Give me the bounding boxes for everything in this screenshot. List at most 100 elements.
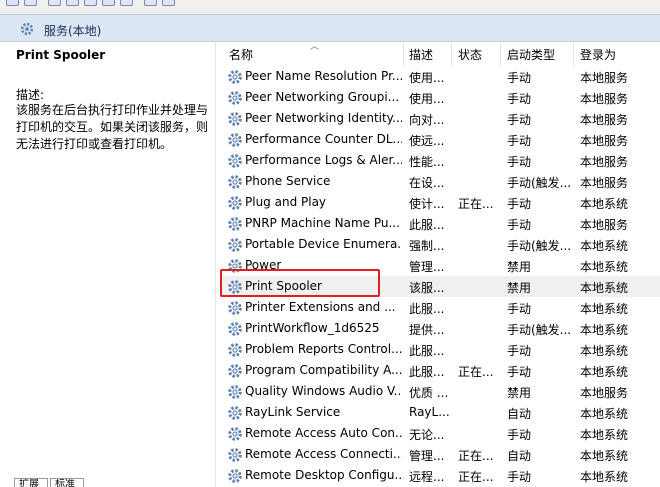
service-name-cell: Phone Service <box>245 174 331 188</box>
service-row[interactable]: Peer Networking Groupi... 使用... 手动 本地服务 <box>222 87 660 108</box>
column-header-startup-type[interactable]: 启动类型 <box>507 46 555 64</box>
service-row[interactable]: Performance Counter DL... 使远... 手动 本地服务 <box>222 129 660 150</box>
service-status-cell <box>458 405 502 421</box>
service-startup-type-cell: 禁用 <box>507 281 532 295</box>
column-divider[interactable] <box>573 42 574 66</box>
service-startup-type-cell: 手动 <box>507 197 532 211</box>
gear-icon <box>227 174 243 190</box>
service-description-cell: 使计... <box>409 197 445 211</box>
service-startup-type-cell: 禁用 <box>507 386 532 400</box>
service-name-cell: Remote Access Connecti... <box>245 447 402 461</box>
column-header-name[interactable]: 名称 <box>229 46 253 64</box>
service-startup-type-cell: 手动(触发... <box>507 239 572 253</box>
service-name-cell: Peer Name Resolution Pr... <box>245 69 402 83</box>
column-header-log-on-as[interactable]: 登录为 <box>580 46 616 64</box>
gear-icon <box>227 195 243 211</box>
column-divider[interactable] <box>403 42 404 66</box>
tab-extended[interactable]: 扩展 <box>14 478 48 487</box>
toolbar-show-icon[interactable] <box>66 0 79 6</box>
gear-icon <box>227 363 243 379</box>
column-header-description[interactable]: 描述 <box>409 46 433 64</box>
gear-icon <box>227 69 243 85</box>
service-log-on-cell: 本地服务 <box>580 155 629 169</box>
service-log-on-cell: 本地服务 <box>580 218 629 232</box>
tab-standard[interactable]: 标准 <box>50 478 84 487</box>
service-startup-type-cell: 手动 <box>507 218 532 232</box>
service-log-on-cell: 本地系统 <box>580 323 629 337</box>
service-row[interactable]: PrintWorkflow_1d6525 提供... 手动(触发... 本地系统 <box>222 318 660 339</box>
service-row[interactable]: RayLink Service RayL... 自动 本地系统 <box>222 402 660 423</box>
gear-icon <box>227 300 243 316</box>
toolbar <box>0 0 660 14</box>
column-headers: ︿ 名称 描述 状态 启动类型 登录为 <box>222 42 660 66</box>
gear-icon <box>227 384 243 400</box>
gear-icon <box>227 111 243 127</box>
service-log-on-cell: 本地服务 <box>580 71 629 85</box>
service-name-cell: Performance Logs & Aler... <box>245 153 402 167</box>
view-tabs: 扩展 标准 <box>0 478 660 487</box>
service-description-cell: 该服... <box>409 281 445 295</box>
toolbar-back-icon[interactable] <box>6 0 19 6</box>
service-log-on-cell: 本地系统 <box>580 281 629 295</box>
service-name-cell: PrintWorkflow_1d6525 <box>245 321 380 335</box>
service-startup-type-cell: 手动 <box>507 428 532 442</box>
service-row[interactable]: Plug and Play 使计... 正在... 手动 本地系统 <box>222 192 660 213</box>
service-description-cell: 管理... <box>409 260 445 274</box>
service-status-cell <box>458 321 502 337</box>
service-log-on-cell: 本地系统 <box>580 239 629 253</box>
panel-title: 服务(本地) <box>44 24 102 38</box>
service-status-cell: 正在... <box>458 365 494 379</box>
toolbar-stop-icon[interactable] <box>162 0 175 6</box>
service-row[interactable]: Portable Device Enumera... 强制... 手动(触发... 本… <box>222 234 660 255</box>
service-status-cell <box>458 384 502 400</box>
toolbar-forward-icon[interactable] <box>24 0 37 6</box>
toolbar-up-icon[interactable] <box>48 0 61 6</box>
service-description-cell: 此服... <box>409 344 445 358</box>
gear-icon <box>227 342 243 358</box>
service-row[interactable]: Program Compatibility A... 此服... 正在... 手动 本地… <box>222 360 660 381</box>
service-row[interactable]: Remote Access Connecti... 管理... 正在... 自动 本地系… <box>222 444 660 465</box>
service-row[interactable]: Performance Logs & Aler... 性能... 手动 本地服务 <box>222 150 660 171</box>
service-description-cell: 使用... <box>409 92 445 106</box>
column-divider[interactable] <box>451 42 452 66</box>
service-log-on-cell: 本地系统 <box>580 260 629 274</box>
toolbar-export-icon[interactable] <box>102 0 115 6</box>
service-row[interactable]: Problem Reports Control... 此服... 手动 本地系统 <box>222 339 660 360</box>
column-divider[interactable] <box>500 42 501 66</box>
service-status-cell: 正在... <box>458 197 494 211</box>
gear-icon <box>227 90 243 106</box>
service-startup-type-cell: 禁用 <box>507 260 532 274</box>
service-row[interactable]: Printer Extensions and ... 此服... 手动 本地系统 <box>222 297 660 318</box>
service-status-cell <box>458 132 502 148</box>
service-row[interactable]: Quality Windows Audio V... 优质 ... 禁用 本地服务 <box>222 381 660 402</box>
service-row[interactable]: Remote Access Auto Con... 无论... 手动 本地系统 <box>222 423 660 444</box>
service-name-cell: Quality Windows Audio V... <box>245 384 402 398</box>
service-description-cell: 无论... <box>409 428 445 442</box>
sort-ascending-icon: ︿ <box>310 42 320 52</box>
service-row[interactable]: Phone Service 在设... 手动(触发... 本地服务 <box>222 171 660 192</box>
service-startup-type-cell: 自动 <box>507 407 532 421</box>
service-status-cell <box>458 342 502 358</box>
gear-icon <box>227 132 243 148</box>
service-startup-type-cell: 手动 <box>507 302 532 316</box>
gear-icon <box>227 405 243 421</box>
toolbar-start-icon[interactable] <box>144 0 157 6</box>
highlight-annotation <box>220 269 380 297</box>
toolbar-refresh-icon[interactable] <box>84 0 97 6</box>
service-log-on-cell: 本地系统 <box>580 197 629 211</box>
service-description-cell: RayL... <box>409 405 450 419</box>
service-startup-type-cell: 自动 <box>507 449 532 463</box>
column-header-status[interactable]: 状态 <box>458 46 482 64</box>
service-description-cell: 使用... <box>409 71 445 85</box>
service-name-cell: Problem Reports Control... <box>245 342 402 356</box>
service-name-cell: Peer Networking Identity... <box>245 111 402 125</box>
toolbar-help-icon[interactable] <box>120 0 133 6</box>
selected-service-name: Print Spooler <box>16 48 106 62</box>
service-log-on-cell: 本地系统 <box>580 344 629 358</box>
service-status-cell <box>458 300 502 316</box>
service-log-on-cell: 本地系统 <box>580 365 629 379</box>
service-startup-type-cell: 手动 <box>507 344 532 358</box>
service-row[interactable]: Peer Name Resolution Pr... 使用... 手动 本地服务 <box>222 66 660 87</box>
service-row[interactable]: PNRP Machine Name Pu... 此服... 手动 本地服务 <box>222 213 660 234</box>
service-row[interactable]: Peer Networking Identity... 向对... 手动 本地服务 <box>222 108 660 129</box>
